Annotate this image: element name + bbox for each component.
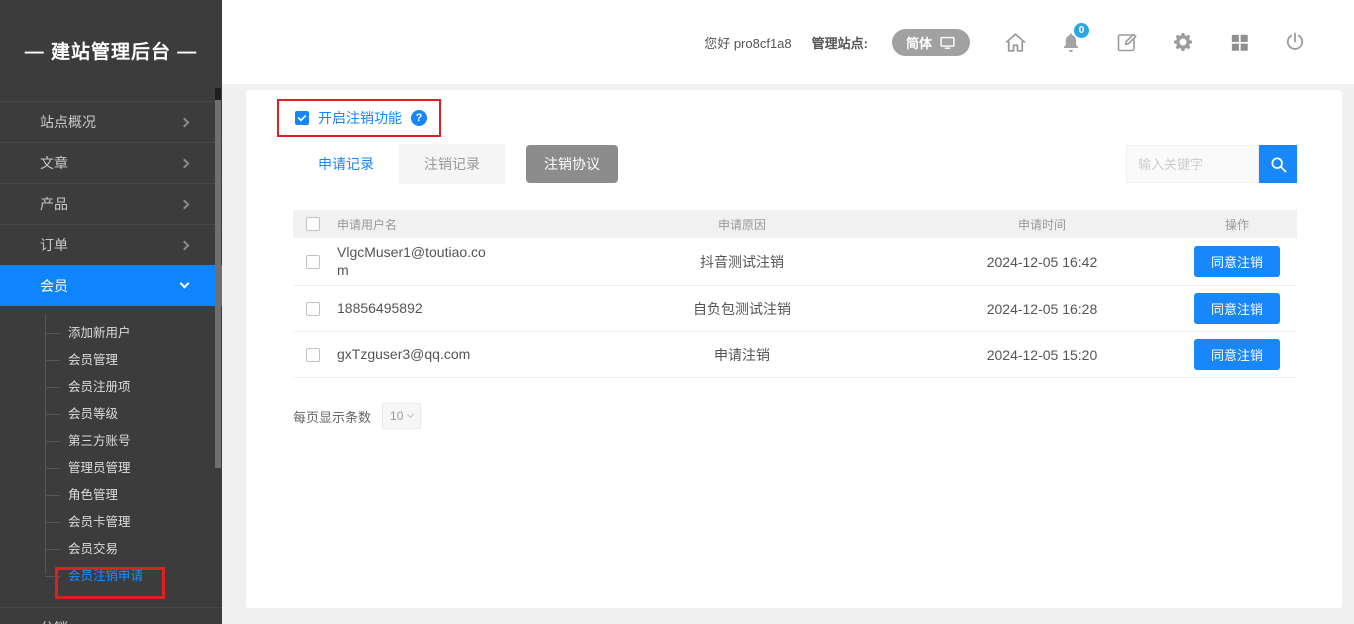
table-row: VlgcMuser1@toutiao.com 抖音测试注销2024-12-05 1… bbox=[293, 238, 1297, 286]
table-row: gxTzguser3@qq.com 申请注销2024-12-05 15:20 同意注… bbox=[293, 332, 1297, 378]
sidebar-subitem[interactable]: 会员卡管理 bbox=[0, 509, 222, 536]
chevron-right-icon bbox=[180, 118, 190, 128]
tabs: 申请记录注销记录注销协议 bbox=[293, 144, 618, 184]
language-preview-button[interactable]: 简体 bbox=[892, 29, 970, 56]
applications-table: 申请用户名 申请原因 申请时间 操作 VlgcMuser1@toutiao.co… bbox=[293, 210, 1297, 378]
page-size-label: 每页显示条数 bbox=[293, 407, 371, 426]
search-input[interactable] bbox=[1126, 145, 1259, 183]
content-panel: 开启注销功能 ? 申请记录注销记录注销协议 bbox=[246, 90, 1342, 608]
row-checkbox[interactable] bbox=[306, 255, 320, 269]
search-area bbox=[1126, 145, 1297, 183]
search-button[interactable] bbox=[1259, 145, 1297, 183]
cell-username: 18856495892 bbox=[337, 294, 492, 324]
chevron-down-icon bbox=[180, 279, 190, 289]
chevron-right-icon bbox=[180, 159, 190, 169]
app-logo: — 建站管理后台 — bbox=[0, 0, 222, 101]
topbar-icons: 0 bbox=[1002, 29, 1308, 55]
sidebar-scrollbar-track bbox=[215, 88, 221, 100]
sidebar-subitem[interactable]: 会员注册项 bbox=[0, 374, 222, 401]
enable-cancellation-label: 开启注销功能 bbox=[318, 108, 402, 128]
chevron-down-icon bbox=[407, 411, 414, 418]
cell-reason: 抖音测试注销 bbox=[577, 252, 907, 272]
user-greeting: 您好 pro8cf1a8 bbox=[704, 33, 791, 52]
main-area: 您好 pro8cf1a8 管理站点: 简体 0 bbox=[222, 0, 1354, 624]
header-reason: 申请原因 bbox=[577, 216, 907, 233]
home-icon[interactable] bbox=[1002, 29, 1028, 55]
enable-row: 开启注销功能 ? bbox=[277, 99, 1342, 137]
sidebar-subitem[interactable]: 管理员管理 bbox=[0, 455, 222, 482]
table-body: VlgcMuser1@toutiao.com抖音测试注销2024-12-05 1… bbox=[293, 238, 1297, 378]
notifications-bell-icon[interactable]: 0 bbox=[1058, 29, 1084, 55]
tab-application-records[interactable]: 申请记录 bbox=[293, 144, 399, 184]
sidebar-item[interactable]: 订单 bbox=[0, 224, 222, 265]
sidebar-item[interactable]: 产品 bbox=[0, 183, 222, 224]
cell-time: 2024-12-05 15:20 bbox=[907, 347, 1177, 363]
apps-grid-icon[interactable] bbox=[1226, 29, 1252, 55]
header-time: 申请时间 bbox=[907, 216, 1177, 233]
sidebar-item-label: 产品 bbox=[40, 196, 68, 212]
sidebar-item-label: 文章 bbox=[40, 155, 68, 171]
select-all-checkbox[interactable] bbox=[306, 217, 320, 231]
chevron-right-icon bbox=[180, 200, 190, 210]
sidebar: — 建站管理后台 — 站点概况文章产品订单会员 添加新用户会员管理会员注册项会员… bbox=[0, 0, 222, 624]
page-size-value: 10 bbox=[390, 409, 403, 423]
cell-username: VlgcMuser1@toutiao.com bbox=[337, 238, 492, 285]
sidebar-subitem[interactable]: 会员等级 bbox=[0, 401, 222, 428]
edit-icon[interactable] bbox=[1114, 29, 1140, 55]
sidebar-item[interactable]: 文章 bbox=[0, 142, 222, 183]
cell-reason: 自负包测试注销 bbox=[577, 299, 907, 319]
tab-cancellation-agreement[interactable]: 注销协议 bbox=[526, 145, 618, 183]
notification-badge: 0 bbox=[1074, 23, 1089, 38]
cell-reason: 申请注销 bbox=[577, 345, 907, 365]
agree-cancellation-button[interactable]: 同意注销 bbox=[1194, 293, 1280, 324]
pagination: 每页显示条数 10 bbox=[293, 403, 1297, 429]
sidebar-item[interactable]: 会员 bbox=[0, 265, 222, 306]
sidebar-item-label: 订单 bbox=[40, 237, 68, 253]
sidebar-item-label: 分销 bbox=[40, 620, 68, 624]
table-row: 18856495892 自负包测试注销2024-12-05 16:28 同意注销 bbox=[293, 286, 1297, 332]
enable-cancellation-checkbox[interactable] bbox=[295, 111, 309, 125]
sidebar-subitem[interactable]: 添加新用户 bbox=[0, 320, 222, 347]
search-icon bbox=[1268, 154, 1289, 175]
tab-cancellation-records[interactable]: 注销记录 bbox=[399, 144, 505, 184]
row-checkbox[interactable] bbox=[306, 302, 320, 316]
page-size-select[interactable]: 10 bbox=[382, 403, 421, 429]
sidebar-submenu: 添加新用户会员管理会员注册项会员等级第三方账号管理员管理角色管理会员卡管理会员交… bbox=[0, 306, 222, 600]
sidebar-item-distribution[interactable]: 分销 bbox=[0, 607, 222, 624]
sidebar-item-label: 站点概况 bbox=[40, 114, 96, 130]
sidebar-scrollbar-thumb[interactable] bbox=[215, 100, 221, 468]
cell-time: 2024-12-05 16:42 bbox=[907, 254, 1177, 270]
app-window: — 建站管理后台 — 站点概况文章产品订单会员 添加新用户会员管理会员注册项会员… bbox=[0, 0, 1354, 624]
power-logout-icon[interactable] bbox=[1282, 29, 1308, 55]
tabs-row: 申请记录注销记录注销协议 bbox=[293, 144, 1297, 184]
sidebar-subitem[interactable]: 会员管理 bbox=[0, 347, 222, 374]
agree-cancellation-button[interactable]: 同意注销 bbox=[1194, 339, 1280, 370]
sidebar-subitem[interactable]: 会员交易 bbox=[0, 536, 222, 563]
chevron-right-icon bbox=[180, 241, 190, 251]
header-username: 申请用户名 bbox=[337, 216, 577, 233]
sidebar-item-label: 会员 bbox=[40, 278, 68, 294]
settings-gear-icon[interactable] bbox=[1170, 29, 1196, 55]
cell-username: gxTzguser3@qq.com bbox=[337, 340, 492, 370]
language-label: 简体 bbox=[906, 33, 932, 52]
annotation-red-box-enable: 开启注销功能 ? bbox=[277, 99, 441, 137]
agree-cancellation-button[interactable]: 同意注销 bbox=[1194, 246, 1280, 277]
sidebar-subitem[interactable]: 会员注销申请 bbox=[0, 563, 222, 590]
sidebar-subitem[interactable]: 角色管理 bbox=[0, 482, 222, 509]
row-checkbox[interactable] bbox=[306, 348, 320, 362]
topbar: 您好 pro8cf1a8 管理站点: 简体 0 bbox=[222, 0, 1354, 84]
sidebar-item[interactable]: 站点概况 bbox=[0, 101, 222, 142]
manage-site-label: 管理站点: bbox=[812, 33, 868, 52]
monitor-icon bbox=[939, 34, 956, 51]
header-action: 操作 bbox=[1177, 216, 1297, 233]
cell-time: 2024-12-05 16:28 bbox=[907, 301, 1177, 317]
help-icon[interactable]: ? bbox=[411, 110, 427, 126]
table-header: 申请用户名 申请原因 申请时间 操作 bbox=[293, 210, 1297, 238]
sidebar-subitem[interactable]: 第三方账号 bbox=[0, 428, 222, 455]
sidebar-menu: 站点概况文章产品订单会员 bbox=[0, 101, 222, 306]
